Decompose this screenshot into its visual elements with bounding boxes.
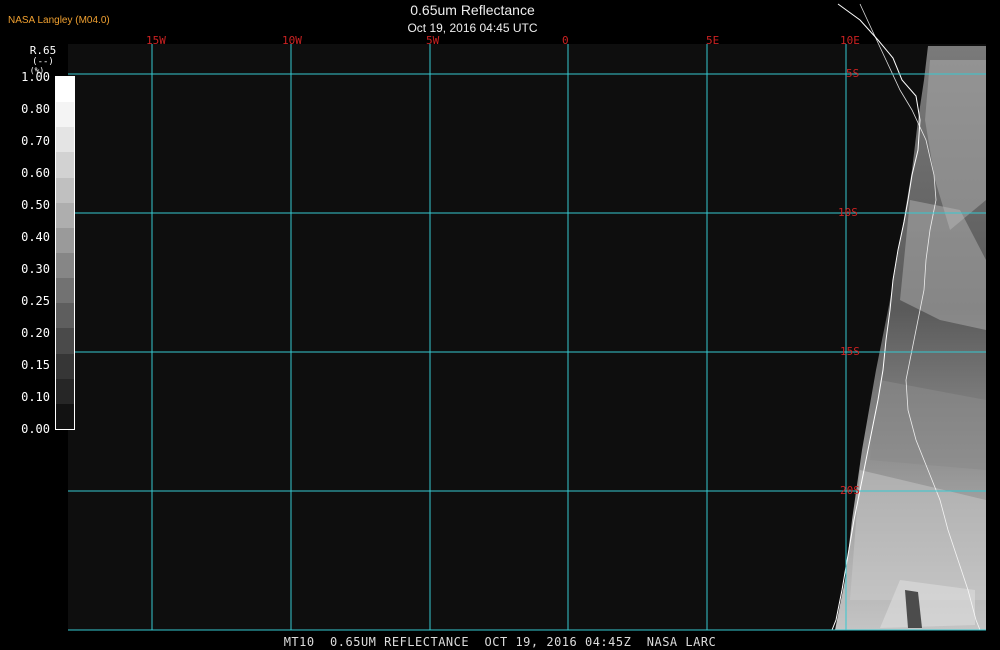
lat-label-20s: 20S xyxy=(840,484,860,497)
ocean-area xyxy=(68,44,986,630)
footer-caption: MT10 0.65UM REFLECTANCE OCT 19, 2016 04:… xyxy=(283,635,717,649)
lon-label-5w: 5W xyxy=(426,34,440,47)
colorbar-segment xyxy=(56,328,74,355)
lon-label-5e: 5E xyxy=(706,34,719,47)
colorbar-segment xyxy=(56,102,74,128)
colorbar-tick-label: 0.25 xyxy=(21,294,50,308)
colorbar-variable: R.65 xyxy=(29,44,57,57)
lat-label-10s: 10S xyxy=(838,206,858,219)
colorbar-tick-label: 0.40 xyxy=(21,230,50,244)
colorbar-tick-label: 0.70 xyxy=(21,134,50,148)
satellite-map: 15W 10W 5W 0 5E 10E 5S 10S 15S 20S xyxy=(68,3,986,631)
colorbar-tick-label: 0.80 xyxy=(21,102,50,116)
colorbar-segment xyxy=(56,227,74,254)
colorbar-tick-label: 1.00 xyxy=(21,70,50,84)
colorbar-tick-label: 0.50 xyxy=(21,198,50,212)
lon-label-0: 0 xyxy=(562,34,569,47)
colorbar-segment xyxy=(56,202,74,229)
lon-label-15w: 15W xyxy=(146,34,166,47)
colorbar-tick-label: 0.30 xyxy=(21,262,50,276)
colorbar-segment xyxy=(56,152,74,179)
colorbar-segment xyxy=(56,403,74,430)
colorbar-segment xyxy=(56,353,74,380)
lon-label-10w: 10W xyxy=(282,34,302,47)
image-title: 0.65um Reflectance xyxy=(410,2,535,18)
image-timestamp: Oct 19, 2016 04:45 UTC xyxy=(407,21,538,35)
colorbar-segment xyxy=(56,278,74,304)
lat-label-5s: 5S xyxy=(846,67,859,80)
colorbar xyxy=(55,76,75,430)
colorbar-segment xyxy=(56,127,74,153)
lat-label-15s: 15S xyxy=(840,345,860,358)
colorbar-tick-label: 0.60 xyxy=(21,166,50,180)
colorbar-tick-label: 0.10 xyxy=(21,390,50,404)
colorbar-segment xyxy=(56,177,74,204)
colorbar-tick-label: 0.00 xyxy=(21,422,50,436)
colorbar-segment xyxy=(56,77,74,103)
colorbar-tick-label: 0.20 xyxy=(21,326,50,340)
colorbar-segment xyxy=(56,378,74,405)
colorbar-segment xyxy=(56,303,74,329)
lon-label-10e: 10E xyxy=(840,34,860,47)
colorbar-segment xyxy=(56,253,74,279)
colorbar-tick-label: 0.15 xyxy=(21,358,50,372)
